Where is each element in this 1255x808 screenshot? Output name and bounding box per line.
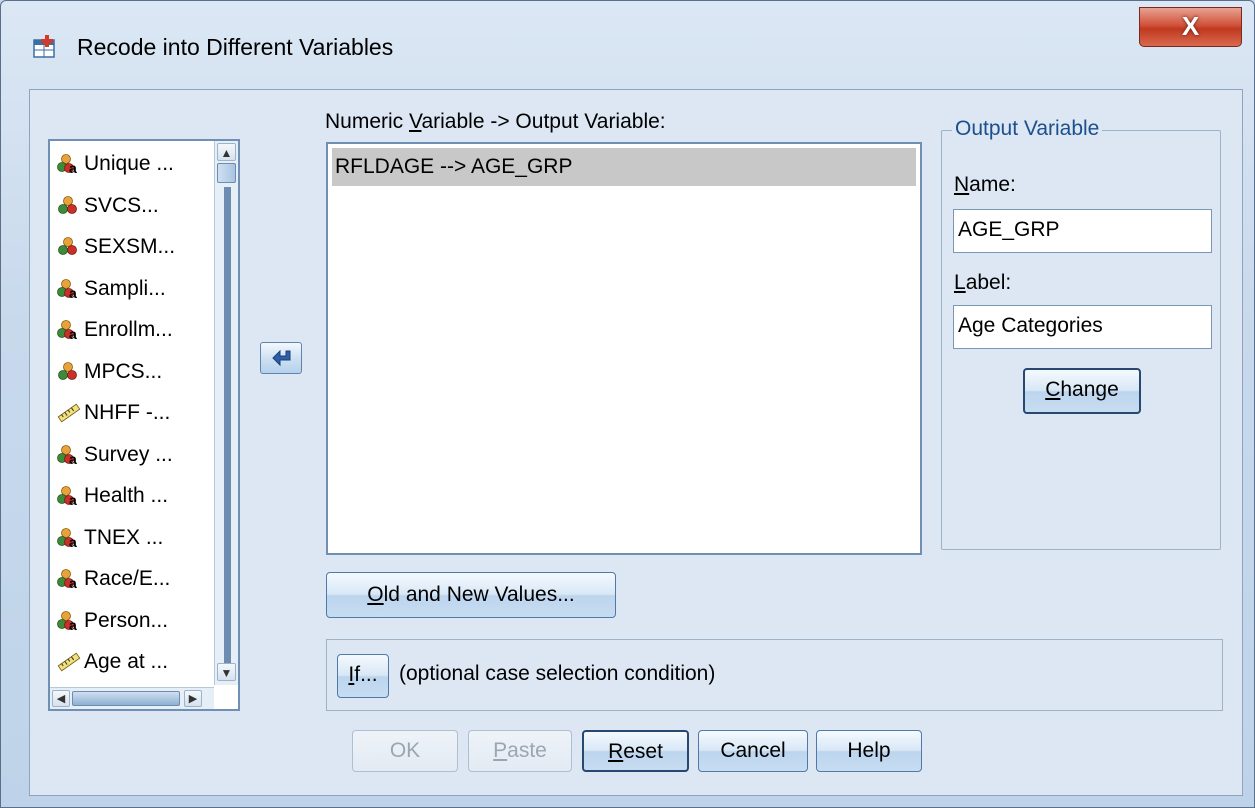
variable-label: MPCS... — [84, 359, 163, 383]
paste-button[interactable]: Paste — [468, 730, 572, 772]
variable-label: Health ... — [84, 484, 169, 507]
label-label: Label: — [954, 271, 1012, 294]
hscroll-thumb[interactable] — [72, 691, 180, 706]
variable-list-item[interactable]: a Person... — [54, 604, 212, 638]
ok-button[interactable]: OK — [352, 730, 458, 772]
if-button[interactable]: If... — [337, 654, 389, 698]
name-field[interactable]: AGE_GRP — [953, 209, 1212, 253]
variable-list-item[interactable]: a Sampli... — [54, 272, 212, 306]
variable-list-item[interactable]: a Survey ... — [54, 438, 212, 472]
left-arrow-icon — [272, 349, 291, 367]
window-title: Recode into Different Variables — [77, 34, 394, 60]
variable-label: SVCS... — [84, 193, 159, 217]
variable-list-item[interactable]: a Unique ... — [54, 147, 212, 181]
output-variable-legend: Output Variable — [952, 117, 1103, 141]
title-bar[interactable]: Recode into Different Variables X — [1, 1, 1254, 89]
svg-text:a: a — [69, 534, 77, 548]
label-field[interactable]: Age Categories — [953, 305, 1212, 349]
scroll-track[interactable] — [224, 187, 231, 665]
variable-label: NHFF -... — [84, 401, 171, 424]
scroll-right-icon[interactable]: ▶ — [184, 690, 202, 707]
variable-list-item[interactable]: Age at ... — [54, 645, 212, 679]
cancel-button[interactable]: Cancel — [698, 730, 808, 772]
variable-label: Age at ... — [84, 650, 169, 673]
mapping-list[interactable]: RFLDAGE --> AGE_GRP — [326, 142, 922, 555]
dialog-body: ▲ ▼ ◀ ▶ a Unique ... SVCS... SEXSM... a Sampl… — [29, 89, 1243, 796]
move-variable-button[interactable] — [260, 342, 302, 374]
recode-dialog-window: Recode into Different Variables X ▲ ▼ ◀ … — [0, 0, 1255, 808]
svg-text:a: a — [69, 617, 77, 631]
change-button[interactable]: Change — [1023, 368, 1141, 414]
variable-label: Unique ... — [84, 152, 174, 175]
scroll-up-icon[interactable]: ▲ — [217, 143, 236, 161]
if-condition-bar: If... (optional case selection condition… — [326, 639, 1223, 711]
variable-list-item[interactable]: a Race/E... — [54, 562, 212, 596]
scroll-down-icon[interactable]: ▼ — [217, 663, 236, 681]
vertical-scrollbar[interactable]: ▲ ▼ — [214, 141, 238, 685]
variable-label: Enrollm... — [84, 318, 173, 341]
output-variable-group: Output Variable Name: AGE_GRP Label: Age… — [941, 117, 1221, 550]
variable-list-item[interactable]: a TNEX ... — [54, 521, 212, 555]
scroll-thumb[interactable] — [217, 163, 236, 183]
svg-text:a: a — [69, 492, 77, 506]
mapping-row[interactable]: RFLDAGE --> AGE_GRP — [332, 148, 916, 186]
svg-text:a: a — [69, 326, 77, 340]
variable-list-item[interactable]: SVCS... — [54, 189, 212, 223]
svg-text:a: a — [69, 451, 77, 465]
source-variable-list[interactable]: ▲ ▼ ◀ ▶ a Unique ... SVCS... SEXSM... a Sampl… — [48, 139, 240, 711]
variable-label: Person... — [84, 608, 169, 632]
variable-label: Survey ... — [84, 442, 173, 466]
svg-text:a: a — [69, 160, 77, 174]
variable-label: Race/E... — [84, 567, 171, 590]
svg-text:a: a — [69, 285, 77, 299]
variable-list-item[interactable]: a Enrollm... — [54, 313, 212, 347]
reset-button[interactable]: Reset — [582, 730, 689, 772]
variable-label: SEXSM... — [84, 235, 176, 258]
old-and-new-values-button[interactable]: Old and New Values... — [326, 572, 616, 618]
variable-list-item[interactable]: SEXSM... — [54, 230, 212, 264]
svg-text:a: a — [69, 575, 77, 589]
variable-label: Sampli... — [84, 276, 166, 300]
variable-label: TNEX ... — [84, 525, 164, 549]
help-button[interactable]: Help — [816, 730, 922, 772]
recode-app-icon — [33, 35, 55, 58]
close-button[interactable]: X — [1139, 7, 1242, 47]
close-icon: X — [1181, 11, 1200, 41]
mapping-list-label: Numeric Variable -> Output Variable: — [325, 110, 666, 133]
variable-list-item[interactable]: a Health ... — [54, 479, 212, 513]
variable-list-item[interactable]: MPCS... — [54, 355, 212, 389]
name-label: Name: — [954, 173, 1016, 196]
if-description: (optional case selection condition) — [399, 662, 716, 685]
horizontal-scrollbar[interactable]: ◀ ▶ — [50, 687, 214, 709]
scroll-left-icon[interactable]: ◀ — [52, 690, 70, 707]
variable-list-item[interactable]: NHFF -... — [54, 396, 212, 430]
